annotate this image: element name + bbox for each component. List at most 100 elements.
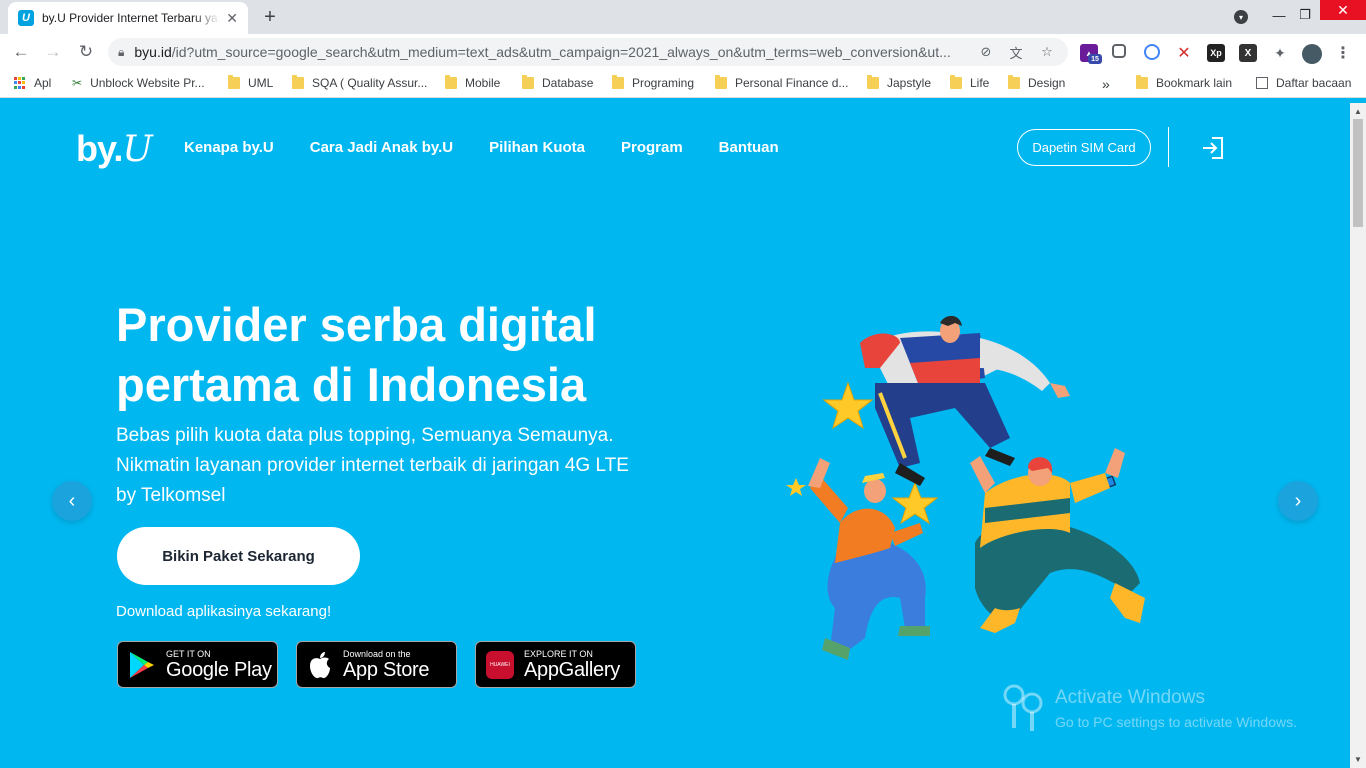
- favicon-icon: U: [18, 10, 34, 26]
- bookmark-other[interactable]: Bookmark lain: [1136, 75, 1233, 90]
- reading-list-icon: [1256, 77, 1268, 89]
- app-store-text: Download on the App Store: [343, 649, 430, 681]
- bookmark-japstyle[interactable]: Japstyle: [867, 75, 932, 90]
- bookmark-mobile[interactable]: Mobile: [445, 75, 501, 90]
- bookmark-personal-finance[interactable]: Personal Finance d...: [715, 75, 849, 90]
- extension-circle-icon[interactable]: [1144, 44, 1160, 60]
- hero-subtitle: Bebas pilih kuota data plus topping, Sem…: [116, 425, 629, 506]
- pocket-icon[interactable]: [1112, 44, 1126, 58]
- bookmark-life[interactable]: Life: [950, 75, 990, 90]
- app-gallery-button[interactable]: HUAWEI EXPLORE IT ON AppGallery: [475, 641, 636, 688]
- scroll-up-icon[interactable]: ▲: [1354, 107, 1362, 116]
- create-package-button[interactable]: Bikin Paket Sekarang: [117, 527, 360, 585]
- header-divider: [1168, 127, 1169, 167]
- scroll-down-icon[interactable]: ▼: [1354, 755, 1362, 764]
- carousel-prev-icon[interactable]: ‹: [52, 481, 92, 521]
- bookmark-label: Programing: [632, 76, 695, 90]
- active-tab[interactable]: U by.U Provider Internet Terbaru yang Se…: [8, 2, 248, 34]
- store-small-text: EXPLORE IT ON: [524, 648, 593, 659]
- download-app-text: Download aplikasinya sekarang!: [116, 603, 332, 620]
- blocked-popup-icon[interactable]: ⊘: [978, 44, 994, 60]
- restore-icon[interactable]: ❐: [1290, 0, 1320, 30]
- bookmark-label: Apl: [34, 76, 52, 90]
- browser-toolbar: ← → ↻ 🔒︎ byu.id/id?utm_source=google_sea…: [0, 34, 1366, 70]
- menu-kebab-icon[interactable]: ⋮: [1334, 44, 1352, 62]
- window-close-icon[interactable]: ✕: [1320, 0, 1366, 20]
- bookmarks-bar: Apl ✂ Unblock Website Pr... UML SQA ( Qu…: [0, 70, 1366, 98]
- bookmark-label: Design: [1028, 76, 1066, 90]
- nav-kenapa-byu[interactable]: Kenapa by.U: [184, 139, 274, 156]
- hero-title: Provider serba digital pertama di Indone…: [116, 298, 597, 411]
- bookmark-label: Life: [970, 76, 990, 90]
- store-big-text: App Store: [343, 658, 430, 681]
- bookmark-label: Database: [542, 76, 594, 90]
- bookmark-label: Personal Finance d...: [735, 76, 849, 90]
- url-text: byu.id/id?utm_source=google_search&utm_m…: [134, 44, 951, 60]
- bookmark-database[interactable]: Database: [522, 75, 594, 90]
- folder-icon: [950, 75, 962, 89]
- app-store-button[interactable]: Download on the App Store: [296, 641, 457, 688]
- extension-x2-icon[interactable]: X: [1239, 44, 1257, 62]
- bookmark-label: Mobile: [465, 76, 501, 90]
- reload-icon[interactable]: ↻: [74, 40, 98, 64]
- bookmark-label: UML: [248, 76, 274, 90]
- hero-illustration: [786, 315, 1145, 660]
- extensions-puzzle-icon[interactable]: ✦: [1271, 44, 1289, 62]
- tab-close-icon[interactable]: ✕: [226, 10, 238, 27]
- apple-icon: [310, 651, 330, 678]
- apps-grid-icon: [14, 77, 26, 89]
- back-icon[interactable]: ←: [9, 40, 33, 64]
- bookmark-label: Bookmark lain: [1156, 76, 1233, 90]
- scroll-thumb[interactable]: [1353, 119, 1363, 227]
- nav-pilihan-kuota[interactable]: Pilihan Kuota: [489, 139, 585, 156]
- byu-logo[interactable]: by.U: [76, 128, 153, 170]
- huawei-icon: HUAWEI: [486, 650, 514, 679]
- folder-icon: [612, 75, 624, 89]
- bookmark-programing[interactable]: Programing: [612, 75, 695, 90]
- bookmark-unblock[interactable]: ✂ Unblock Website Pr...: [72, 76, 205, 90]
- bookmark-label: Japstyle: [887, 76, 932, 90]
- nav-program[interactable]: Program: [621, 139, 683, 156]
- tab-search-icon[interactable]: ▾: [1234, 10, 1248, 24]
- google-play-text: GET IT ON Google Play: [166, 649, 272, 681]
- folder-icon: [522, 75, 534, 89]
- folder-icon: [1136, 75, 1148, 89]
- bookmark-label: Unblock Website Pr...: [90, 76, 205, 90]
- store-big-text: Google Play: [166, 658, 272, 681]
- logo-text: by.: [76, 128, 123, 169]
- bookmarks-overflow-icon[interactable]: »: [1102, 76, 1110, 92]
- store-small-text: GET IT ON: [166, 648, 211, 659]
- tab-title: by.U Provider Internet Terbaru yang Serb…: [42, 11, 220, 25]
- nav-bantuan[interactable]: Bantuan: [719, 139, 779, 156]
- bookmark-uml[interactable]: UML: [228, 75, 274, 90]
- bookmark-star-icon[interactable]: ☆: [1039, 44, 1055, 60]
- bookmark-sqa[interactable]: SQA ( Quality Assur...: [292, 75, 427, 90]
- reading-list[interactable]: Daftar bacaan: [1256, 76, 1351, 90]
- address-bar[interactable]: 🔒︎ byu.id/id?utm_source=google_search&ut…: [108, 38, 1068, 66]
- folder-icon: [445, 75, 457, 89]
- key-icon: [1003, 684, 1043, 731]
- logo-u: U: [122, 129, 152, 170]
- folder-icon: [867, 75, 879, 89]
- extension-x-icon[interactable]: ✕: [1175, 44, 1193, 62]
- translate-icon[interactable]: 文: [1008, 44, 1024, 61]
- extension-xp-icon[interactable]: Xp: [1207, 44, 1225, 62]
- folder-icon: [228, 75, 240, 89]
- forward-icon[interactable]: →: [41, 40, 65, 64]
- get-sim-card-button[interactable]: Dapetin SIM Card: [1017, 129, 1151, 166]
- activate-subtitle: Go to PC settings to activate Windows.: [1055, 714, 1297, 730]
- login-icon[interactable]: [1200, 135, 1226, 161]
- bookmark-apps[interactable]: Apl: [14, 76, 51, 90]
- lock-icon[interactable]: 🔒︎: [118, 45, 124, 60]
- google-play-icon: [130, 651, 154, 678]
- carousel-next-icon[interactable]: ›: [1278, 481, 1318, 521]
- main-nav: Kenapa by.U Cara Jadi Anak by.U Pilihan …: [184, 139, 779, 156]
- nav-cara-jadi-anak[interactable]: Cara Jadi Anak by.U: [310, 139, 453, 156]
- profile-avatar-icon[interactable]: [1302, 44, 1322, 64]
- page-scrollbar[interactable]: ▲ ▼: [1350, 103, 1366, 768]
- google-play-button[interactable]: GET IT ON Google Play: [117, 641, 278, 688]
- bookmark-design[interactable]: Design: [1008, 75, 1066, 90]
- extension-badge: 15: [1088, 54, 1102, 64]
- new-tab-button[interactable]: +: [258, 6, 282, 29]
- activate-windows-watermark: Activate Windows Go to PC settings to ac…: [1000, 683, 1340, 743]
